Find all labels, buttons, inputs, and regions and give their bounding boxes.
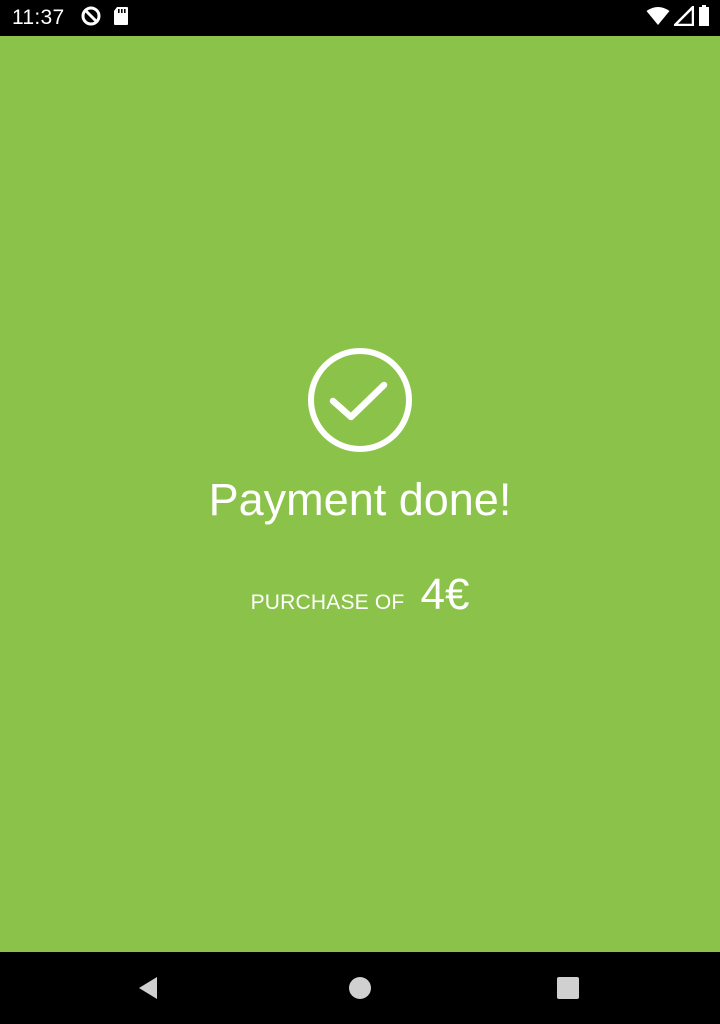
purchase-summary: PURCHASE OF 4€ xyxy=(0,570,720,626)
status-bar: 11:37 xyxy=(0,0,720,36)
purchase-label: PURCHASE OF xyxy=(250,591,405,614)
navigation-bar xyxy=(0,952,720,1024)
status-left-icons xyxy=(80,5,130,32)
data-saver-icon xyxy=(80,5,102,32)
purchase-amount: 4€ xyxy=(420,570,470,619)
wifi-icon xyxy=(646,6,670,31)
status-right-icons xyxy=(646,3,710,32)
check-circle-icon xyxy=(308,348,412,452)
payment-title: Payment done! xyxy=(208,474,512,525)
battery-icon xyxy=(698,4,710,32)
home-icon xyxy=(349,977,371,999)
cell-signal-icon xyxy=(671,3,695,31)
payment-success-screen: Payment done! PURCHASE OF 4€ xyxy=(0,36,720,952)
back-icon xyxy=(139,977,157,999)
home-button[interactable] xyxy=(346,974,374,1002)
recents-icon xyxy=(557,977,579,999)
status-time: 11:37 xyxy=(12,6,65,29)
recents-button[interactable] xyxy=(554,974,582,1002)
back-button[interactable] xyxy=(134,974,162,1002)
sd-card-icon xyxy=(112,5,130,32)
